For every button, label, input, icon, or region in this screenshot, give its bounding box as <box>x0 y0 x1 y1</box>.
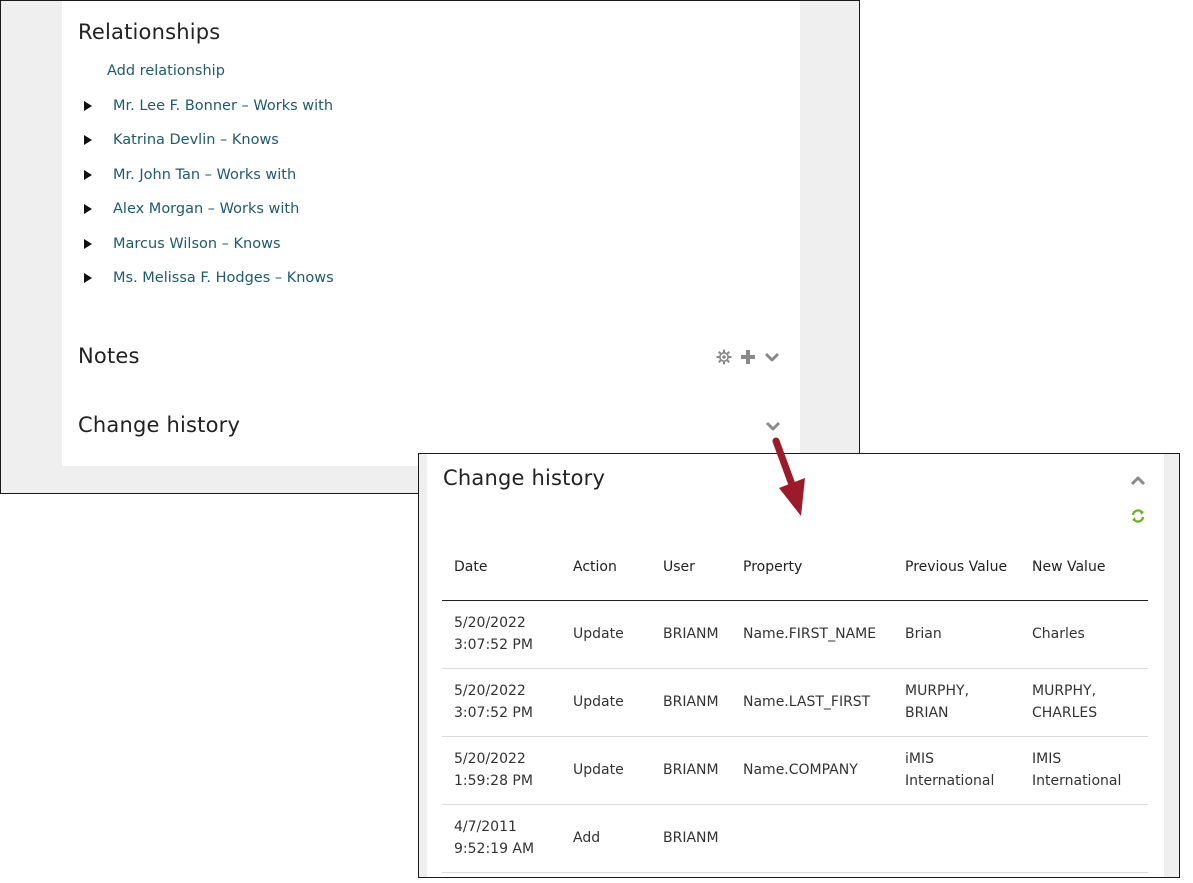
cell-action: Update <box>561 736 651 805</box>
cell-action: Update <box>561 600 651 669</box>
plus-icon[interactable] <box>740 349 756 365</box>
gear-icon[interactable] <box>716 349 732 365</box>
cell-action: Add <box>561 804 651 873</box>
column-header-new-value[interactable]: New Value <box>1020 534 1148 601</box>
expand-triangle-icon[interactable] <box>84 170 92 180</box>
table-row: 5/20/2022 3:07:52 PM Update BRIANM Name.F… <box>442 600 1148 669</box>
relationship-link[interactable]: Ms. Melissa F. Hodges – Knows <box>113 270 334 286</box>
cell-date: 5/20/2022 3:07:52 PM <box>442 668 561 737</box>
cell-property: Name.LAST_FIRST <box>731 668 893 737</box>
chevron-down-icon[interactable] <box>765 418 781 434</box>
cell-user: BRIANM <box>651 668 731 737</box>
notes-toolbar <box>716 349 780 365</box>
expand-triangle-icon[interactable] <box>84 135 92 145</box>
cell-date: 5/20/2022 1:59:28 PM <box>442 736 561 805</box>
column-header-property[interactable]: Property <box>731 534 893 601</box>
cell-previous-value: MURPHY, BRIAN <box>893 668 1020 737</box>
chevron-up-icon[interactable] <box>1130 473 1146 489</box>
cell-new-value: IMIS International <box>1020 736 1148 805</box>
cell-user: BRIANM <box>651 600 731 669</box>
contact-panel: Relationships Add relationship Mr. Lee F… <box>0 0 860 494</box>
change-history-panel: Change history Date Action User Property… <box>418 453 1180 878</box>
cell-previous-value: iMIS International <box>893 736 1020 805</box>
notes-title: Notes <box>78 344 140 368</box>
cell-property: Name.COMPANY <box>731 736 893 805</box>
expand-triangle-icon[interactable] <box>84 204 92 214</box>
cell-date: 5/20/2022 3:07:52 PM <box>442 600 561 669</box>
table-header-row: Date Action User Property Previous Value… <box>442 534 1148 601</box>
column-header-previous-value[interactable]: Previous Value <box>893 534 1020 601</box>
expand-triangle-icon[interactable] <box>84 273 92 283</box>
change-history-toolbar <box>765 418 781 434</box>
cell-new-value: MURPHY, CHARLES <box>1020 668 1148 737</box>
change-history-card: Change history Date Action User Property… <box>427 454 1164 877</box>
cell-property <box>731 804 893 873</box>
cell-new-value <box>1020 804 1148 873</box>
contact-card: Relationships Add relationship Mr. Lee F… <box>62 1 800 466</box>
change-history-expanded-title: Change history <box>443 466 606 490</box>
relationship-link[interactable]: Mr. Lee F. Bonner – Works with <box>113 98 333 114</box>
column-header-action[interactable]: Action <box>561 534 651 601</box>
column-header-user[interactable]: User <box>651 534 731 601</box>
change-history-title: Change history <box>78 413 241 437</box>
change-history-table: Date Action User Property Previous Value… <box>442 534 1148 873</box>
relationship-link[interactable]: Alex Morgan – Works with <box>113 201 299 217</box>
relationship-link[interactable]: Katrina Devlin – Knows <box>113 132 279 148</box>
refresh-icon[interactable] <box>1130 508 1146 524</box>
relationship-link[interactable]: Mr. John Tan – Works with <box>113 167 296 183</box>
table-row: 4/7/2011 9:52:19 AM Add BRIANM <box>442 804 1148 873</box>
cell-date: 4/7/2011 9:52:19 AM <box>442 804 561 873</box>
chevron-down-icon[interactable] <box>764 349 780 365</box>
add-relationship-link[interactable]: Add relationship <box>107 63 225 79</box>
table-row: 5/20/2022 3:07:52 PM Update BRIANM Name.L… <box>442 668 1148 737</box>
cell-action: Update <box>561 668 651 737</box>
expand-triangle-icon[interactable] <box>84 101 92 111</box>
cell-previous-value <box>893 804 1020 873</box>
cell-property: Name.FIRST_NAME <box>731 600 893 669</box>
cell-new-value: Charles <box>1020 600 1148 669</box>
cell-user: BRIANM <box>651 736 731 805</box>
relationships-title: Relationships <box>78 20 221 44</box>
expand-triangle-icon[interactable] <box>84 239 92 249</box>
cell-user: BRIANM <box>651 804 731 873</box>
table-row: 5/20/2022 1:59:28 PM Update BRIANM Name.C… <box>442 736 1148 805</box>
column-header-date[interactable]: Date <box>442 534 561 601</box>
cell-previous-value: Brian <box>893 600 1020 669</box>
relationship-link[interactable]: Marcus Wilson – Knows <box>113 236 281 252</box>
